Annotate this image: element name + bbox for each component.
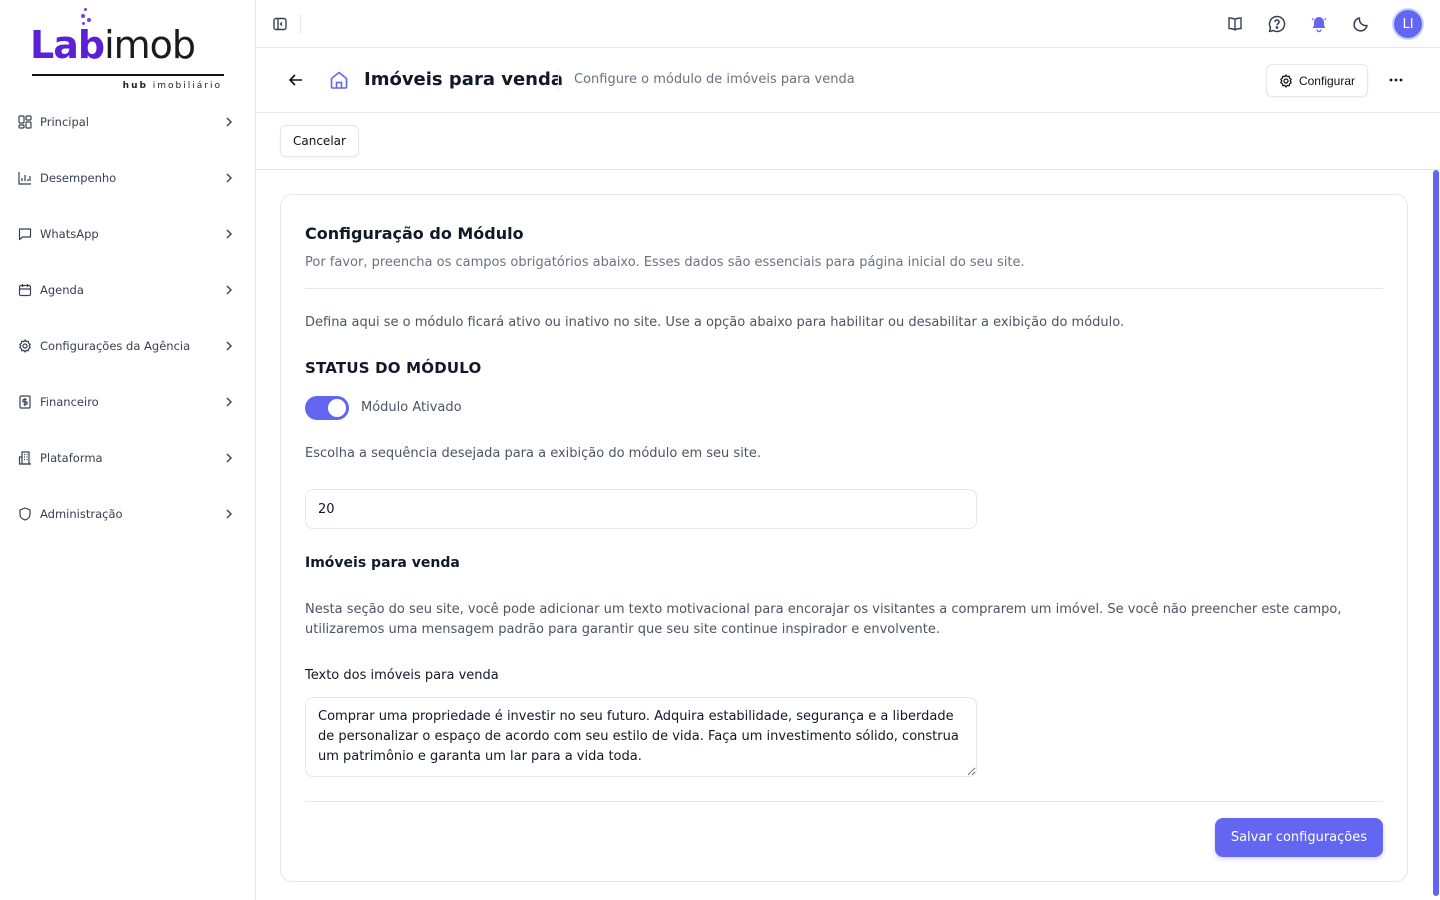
user-avatar[interactable]: LI [1392,8,1424,40]
back-arrow-icon[interactable] [286,71,306,89]
calendar-icon [17,283,32,298]
more-options-icon[interactable] [1386,70,1406,90]
action-bar: Cancelar [256,113,1440,170]
moon-icon[interactable] [1350,13,1372,35]
bar-chart-icon [17,171,32,186]
textarea-label: Texto dos imóveis para venda [305,668,499,683]
chevron-right-icon [226,453,232,463]
topbar-actions: LI [1224,8,1424,40]
logo-tagline: hub imobiliário [122,81,222,91]
sidebar-item-label: Plataforma [40,451,103,465]
card-title: Configuração do Módulo [305,224,524,243]
module-config-card: Configuração do Módulo Por favor, preenc… [280,194,1408,882]
configure-button-label: Configurar [1298,73,1355,88]
save-settings-button[interactable]: Salvar configurações [1214,818,1383,857]
sidebar-item-whatsapp[interactable]: WhatsApp [0,206,256,262]
grid-icon [17,115,32,130]
sidebar-item-label: Desempenho [40,171,117,185]
status-heading: STATUS DO MÓDULO [305,359,482,377]
sidebar-item-agenda[interactable]: Agenda [0,262,256,318]
module-info-text: Defina aqui se o módulo ficará ativo ou … [305,315,1125,330]
logo-underline [32,74,224,76]
page-header: Imóveis para venda Configure o módulo de… [256,48,1440,113]
logo-wordmark: Labimob [30,23,196,67]
sidebar-item-label: Administração [40,507,123,521]
sidebar-item-configuracoes-agencia[interactable]: Configurações da Agência [0,318,256,374]
chevron-right-icon [226,397,232,407]
section-description: Nesta seção do seu site, você pode adici… [305,602,1342,637]
dollar-icon [17,395,32,410]
book-open-icon[interactable] [1224,13,1246,35]
toggle-knob [328,399,346,417]
home-icon [330,71,348,89]
gear-icon [1280,73,1292,88]
sidebar-item-plataforma[interactable]: Plataforma [0,430,256,486]
sidebar-item-administracao[interactable]: Administração [0,486,256,542]
title-separator [558,70,559,90]
sidebar-nav: Principal Desempenho WhatsApp Agenda Con… [0,94,256,542]
chat-icon [17,227,32,242]
sidebar-item-label: Configurações da Agência [40,339,191,353]
sidebar-item-label: WhatsApp [40,227,99,241]
top-bar: LI [256,0,1440,48]
sidebar-item-label: Agenda [40,283,84,297]
sidebar-item-desempenho[interactable]: Desempenho [0,150,256,206]
page-subtitle: Configure o módulo de imóveis para venda [574,72,855,87]
toggle-label: Módulo Ativado [361,400,462,415]
chevron-right-icon [226,509,232,519]
divider [305,801,1383,802]
labimob-logo[interactable]: Labimob hub imobiliário [30,6,226,96]
sequence-input[interactable] [305,489,977,529]
sidebar: Labimob hub imobiliário Principal Desemp… [0,0,256,900]
main-content: Configuração do Módulo Por favor, preenc… [256,170,1440,900]
chevron-right-icon [226,117,232,127]
sidebar-toggle-icon[interactable] [272,16,288,32]
gear-icon [17,339,32,354]
topbar-separator [300,14,301,34]
card-description: Por favor, preencha os campos obrigatóri… [305,255,1025,270]
sequence-description: Escolha a sequência desejada para a exib… [305,446,762,461]
configure-button[interactable]: Configurar [1265,64,1368,97]
sidebar-item-financeiro[interactable]: Financeiro [0,374,256,430]
chevron-right-icon [226,173,232,183]
divider [305,288,1383,289]
chevron-right-icon [226,341,232,351]
sale-text-textarea[interactable]: Comprar uma propriedade é investir no se… [305,697,977,777]
sidebar-item-principal[interactable]: Principal [0,94,256,150]
help-chat-icon[interactable] [1266,13,1288,35]
chevron-right-icon [226,285,232,295]
bell-icon[interactable] [1308,13,1330,35]
sidebar-item-label: Financeiro [40,395,99,409]
sidebar-item-label: Principal [40,115,90,129]
page-title: Imóveis para venda [364,69,564,90]
building-icon [17,451,32,466]
shield-icon [17,507,32,522]
chevron-right-icon [226,229,232,239]
scrollbar[interactable] [1433,170,1439,900]
section-title: Imóveis para venda [305,555,460,571]
scrollbar-thumb[interactable] [1433,170,1439,896]
module-status-toggle[interactable] [305,396,349,420]
cancel-button[interactable]: Cancelar [280,125,359,157]
